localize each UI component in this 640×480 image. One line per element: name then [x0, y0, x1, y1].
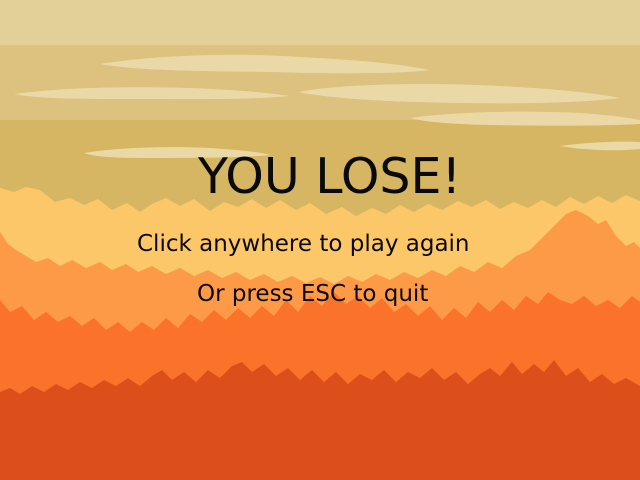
game-over-title: YOU LOSE! — [198, 148, 462, 205]
quit-hint: Or press ESC to quit — [197, 281, 429, 307]
play-again-hint: Click anywhere to play again — [137, 231, 470, 257]
game-canvas[interactable]: YOU LOSE! Click anywhere to play again O… — [0, 0, 640, 480]
